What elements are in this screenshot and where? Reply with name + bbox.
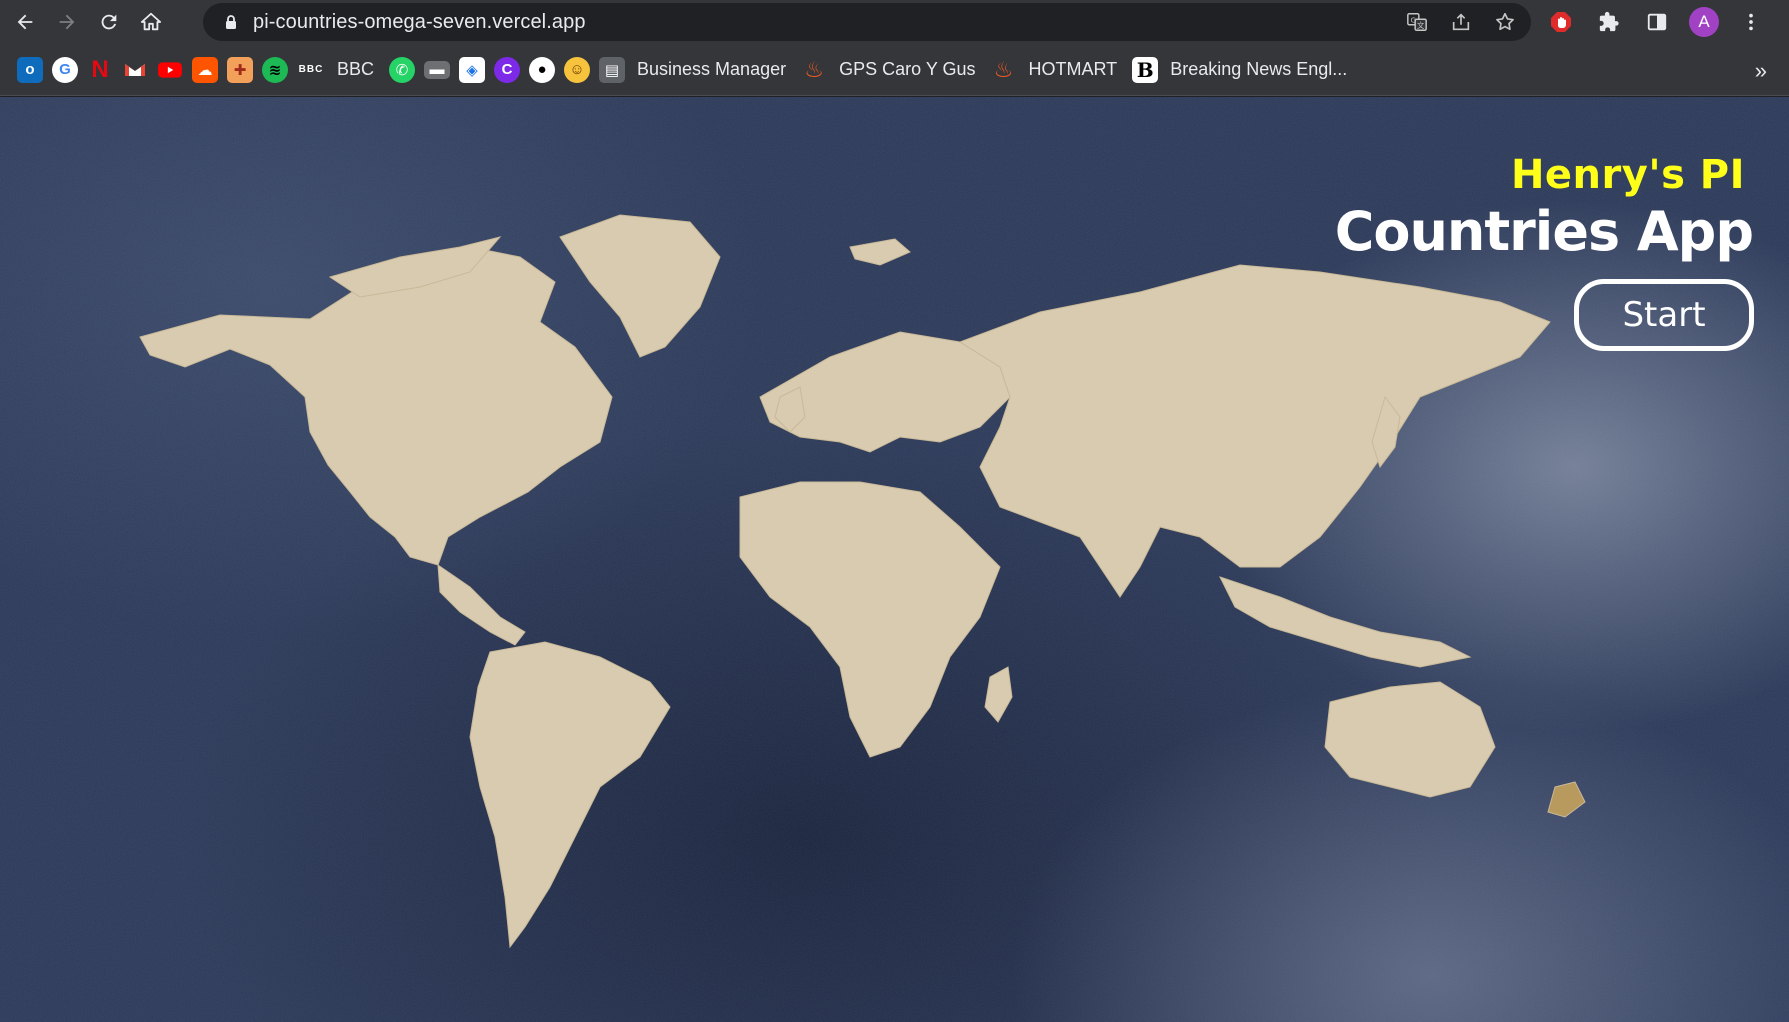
start-button[interactable]: Start <box>1574 279 1754 351</box>
whatsapp-icon: ✆ <box>389 56 416 83</box>
forward-icon[interactable] <box>51 6 83 38</box>
address-bar[interactable]: pi-countries-omega-seven.vercel.app G文 <box>203 3 1531 41</box>
home-icon[interactable] <box>135 6 167 38</box>
extensions-puzzle-icon[interactable] <box>1593 6 1625 38</box>
lock-icon[interactable] <box>223 14 239 30</box>
bookmark-google[interactable]: G <box>47 52 82 88</box>
bookmark-soundcloud[interactable]: ☁ <box>187 52 222 88</box>
emoji-icon: ☺ <box>564 56 591 83</box>
bookmark-gmail[interactable] <box>117 52 152 88</box>
bookmark-netflix[interactable]: N <box>82 52 117 88</box>
spotify-icon: ≋ <box>262 56 288 83</box>
bookmark-emoji[interactable]: ☺ <box>559 52 594 88</box>
side-panel-icon[interactable] <box>1641 6 1673 38</box>
browser-toolbar: pi-countries-omega-seven.vercel.app G文 A <box>0 0 1789 44</box>
profile-avatar[interactable]: A <box>1689 7 1719 37</box>
hero-kicker: Henry's PI <box>1510 152 1745 198</box>
translate-icon[interactable]: G文 <box>1405 10 1429 34</box>
adblock-extension-icon[interactable] <box>1545 6 1577 38</box>
gmail-icon <box>122 57 148 83</box>
share-icon[interactable] <box>1449 10 1473 34</box>
bookmark-star-icon[interactable] <box>1493 10 1517 34</box>
bookmarks-overflow-chevron-icon[interactable]: » <box>1755 58 1767 84</box>
box-icon: ▬ <box>424 60 451 79</box>
bookmark-hotmart[interactable]: ♨ HOTMART <box>986 52 1128 88</box>
bookmark-business-manager[interactable]: ▤ Business Manager <box>594 52 796 88</box>
bookmark-canva[interactable]: C <box>489 52 524 88</box>
hotmart-icon: ♨ <box>993 56 1014 82</box>
hero-title: Countries App <box>1334 200 1754 263</box>
crest-icon: ✚ <box>227 56 253 83</box>
bookmark-youtube[interactable] <box>152 52 187 88</box>
youtube-icon <box>157 57 183 83</box>
bookmark-bbc[interactable]: BBC BBC <box>292 52 384 88</box>
bookmark-label: GPS Caro Y Gus <box>839 59 976 79</box>
svg-text:文: 文 <box>1417 21 1425 30</box>
panda-icon: ● <box>529 56 556 83</box>
bookmark-breaking-news[interactable]: B Breaking News Engl... <box>1127 52 1357 88</box>
landing-page: Henry's PI Countries App Start <box>0 97 1789 1022</box>
reload-icon[interactable] <box>93 6 125 38</box>
business-manager-icon: ▤ <box>599 56 626 83</box>
fire-icon: ♨ <box>804 56 824 82</box>
url-text[interactable]: pi-countries-omega-seven.vercel.app <box>253 11 586 34</box>
bookmark-label: Breaking News Engl... <box>1170 59 1348 79</box>
bookmark-crest[interactable]: ✚ <box>222 52 257 88</box>
bookmark-whatsapp[interactable]: ✆ <box>384 52 419 88</box>
google-icon: G <box>52 56 78 83</box>
bookmark-outlook[interactable]: o <box>12 52 47 88</box>
bookmark-label: BBC <box>337 59 375 79</box>
bookmark-layers[interactable]: ◈ <box>454 52 489 88</box>
hero-text: Henry's PI Countries App <box>1334 152 1754 263</box>
bookmark-label: HOTMART <box>1028 59 1118 79</box>
bbc-icon: BBC <box>298 64 324 75</box>
bookmark-gps-caro[interactable]: ♨ GPS Caro Y Gus <box>796 52 985 88</box>
back-icon[interactable] <box>9 6 41 38</box>
menu-kebab-icon[interactable] <box>1735 6 1767 38</box>
bookmark-box[interactable]: ▬ <box>419 52 454 88</box>
bookmark-spotify[interactable]: ≋ <box>257 52 292 88</box>
bookmark-label: Business Manager <box>637 59 787 79</box>
bookmarks-bar: o G N ☁ ✚ ≋ BBC BBC ✆ ▬ ◈ C ● ☺ ▤ Busine… <box>0 44 1789 96</box>
canva-icon: C <box>494 56 521 83</box>
bookmark-panda[interactable]: ● <box>524 52 559 88</box>
soundcloud-icon: ☁ <box>192 56 218 83</box>
outlook-icon: o <box>17 56 43 83</box>
netflix-icon: N <box>91 55 109 83</box>
breaking-news-icon: B <box>1132 56 1159 83</box>
layers-icon: ◈ <box>459 56 486 83</box>
